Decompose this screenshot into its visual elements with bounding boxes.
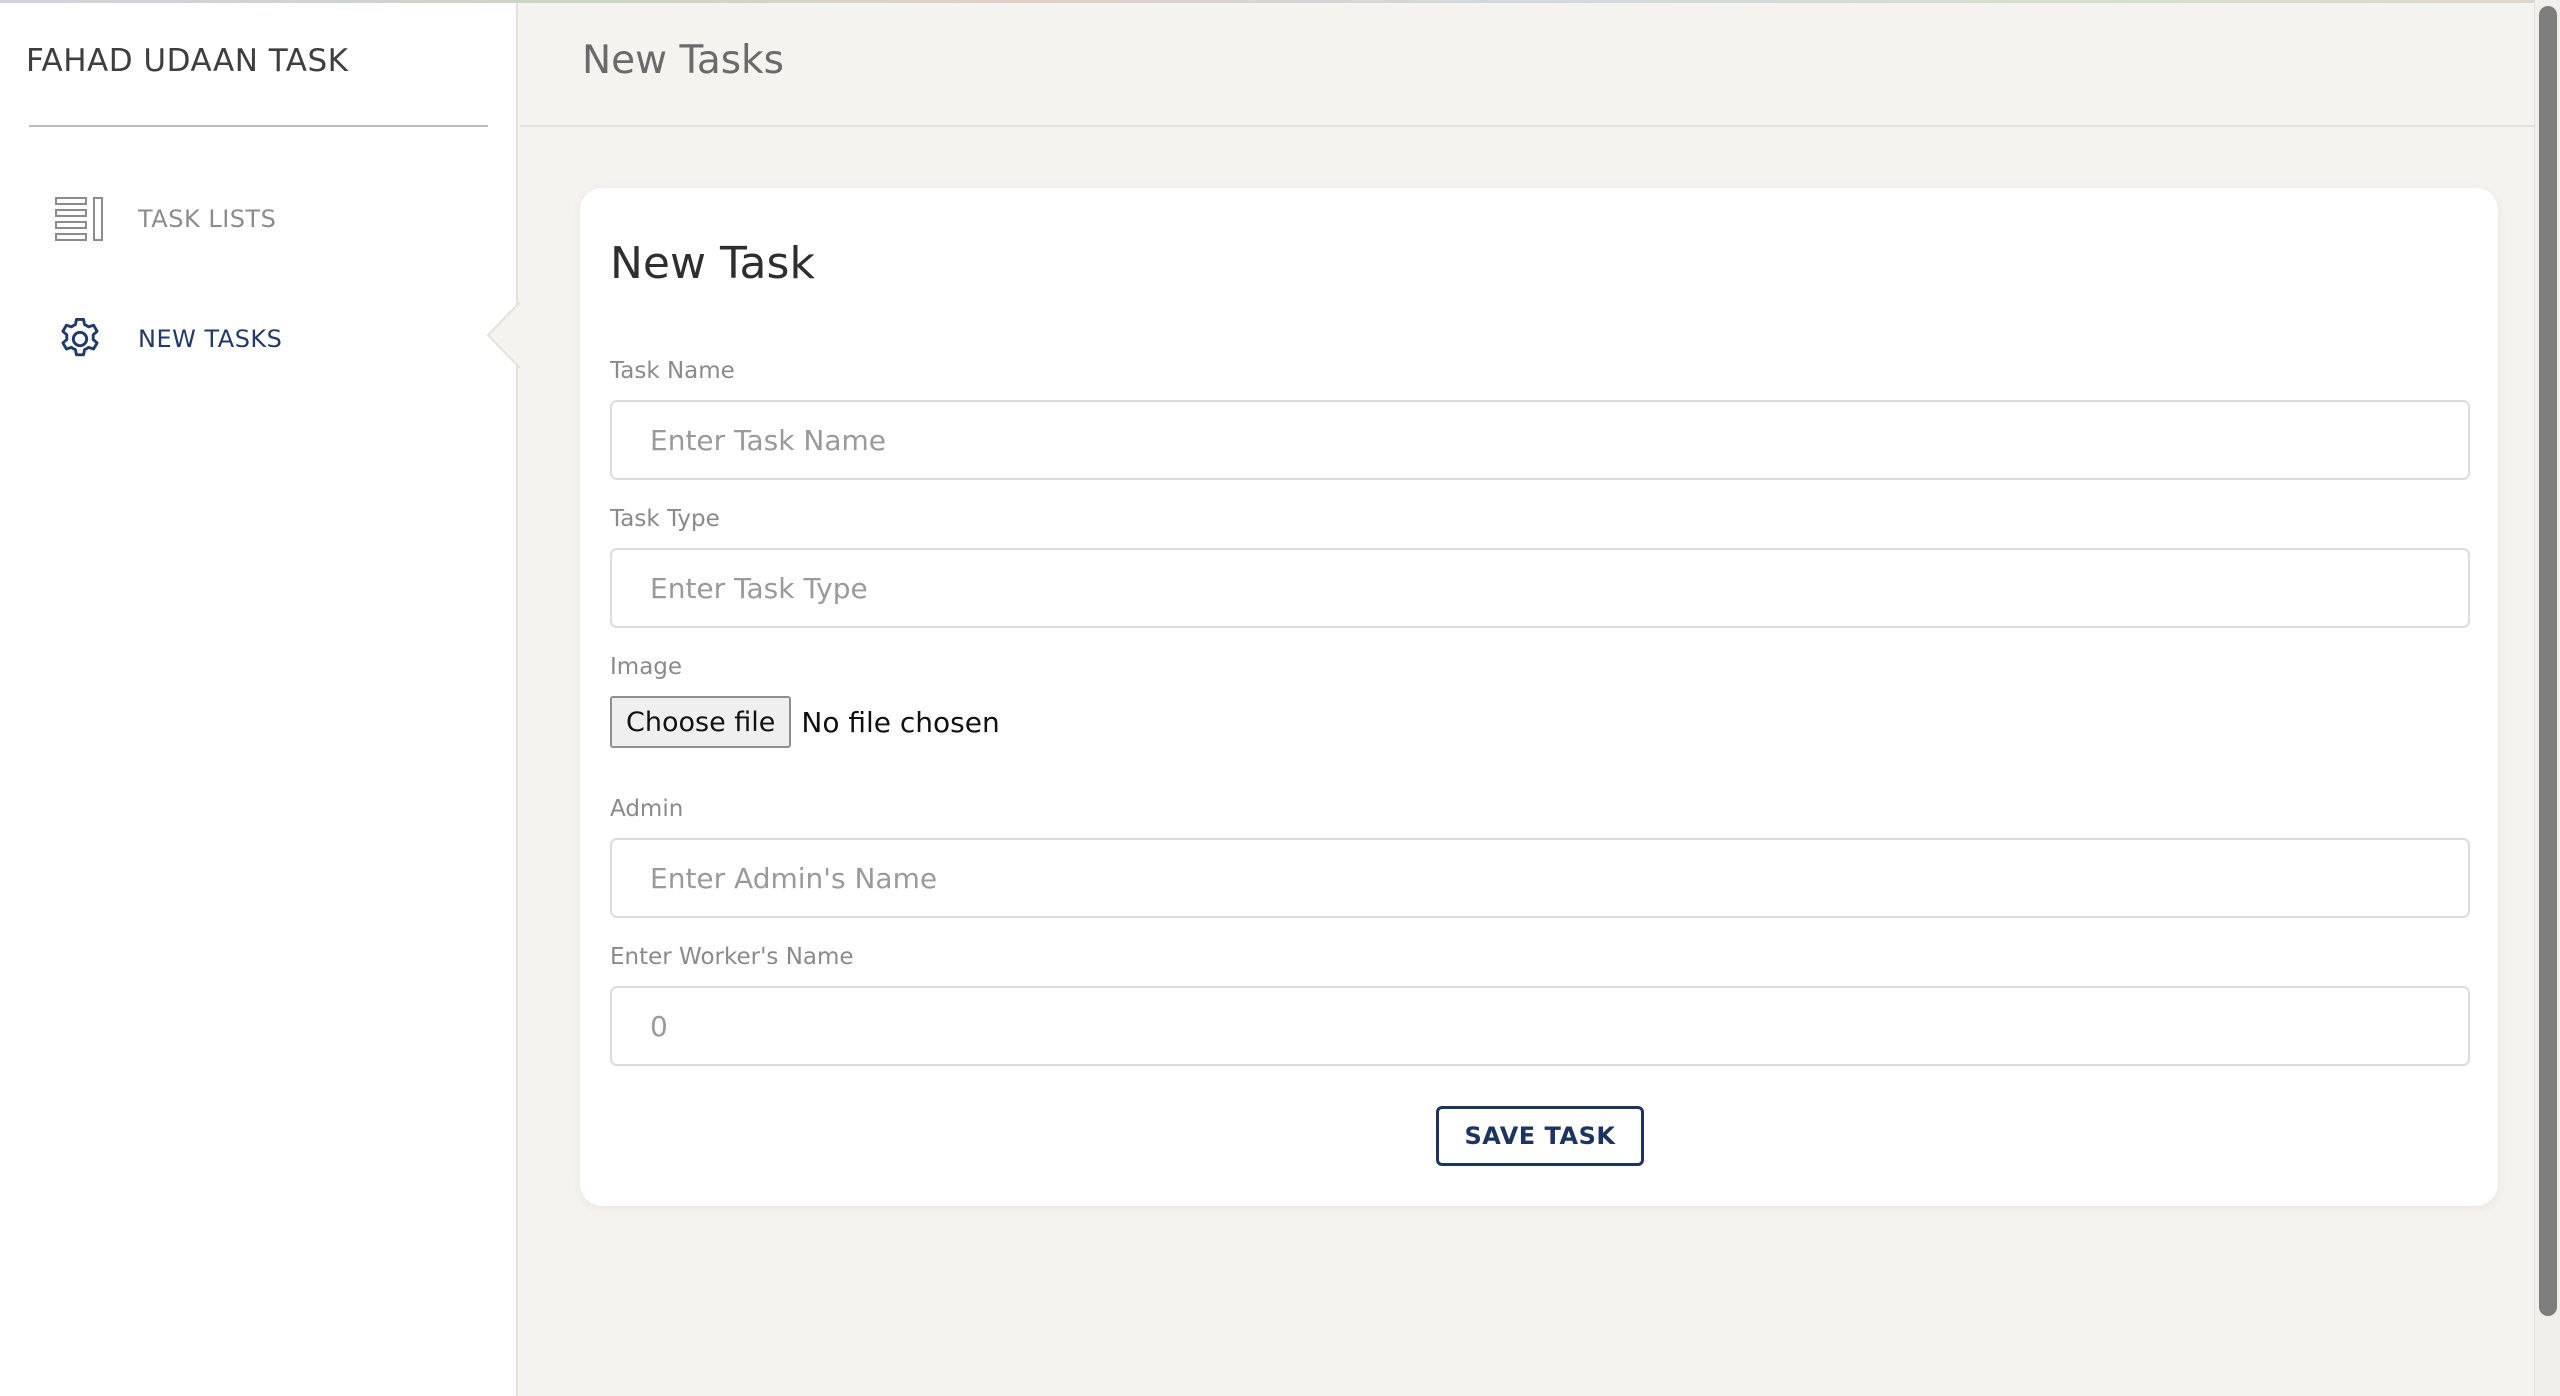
- form-title: New Task: [610, 238, 815, 289]
- sidebar-item-label: TASK LISTS: [138, 205, 277, 233]
- worker-name-label: Enter Worker's Name: [610, 944, 854, 970]
- brand-divider: [29, 125, 488, 127]
- file-status-text: No file chosen: [801, 705, 1000, 739]
- sidebar: FAHAD UDAAN TASK TASK LISTS NEW TASKS: [0, 3, 518, 1396]
- sidebar-item-task-lists[interactable]: TASK LISTS: [52, 189, 492, 249]
- gear-icon: [52, 311, 108, 367]
- scrollbar-thumb[interactable]: [2539, 6, 2557, 1316]
- sidebar-item-new-tasks[interactable]: NEW TASKS: [52, 309, 492, 369]
- worker-name-input[interactable]: [610, 986, 2470, 1066]
- vertical-scrollbar[interactable]: [2534, 0, 2560, 1396]
- active-nav-pointer: [486, 302, 520, 368]
- choose-file-button[interactable]: Choose file: [610, 696, 792, 748]
- save-task-button[interactable]: SAVE TASK: [1436, 1106, 1644, 1166]
- brand-title: FAHAD UDAAN TASK: [26, 43, 349, 79]
- task-type-input[interactable]: [610, 548, 2470, 628]
- task-name-input[interactable]: [610, 400, 2470, 480]
- image-file-picker: Choose file No file chosen: [610, 696, 1000, 748]
- sidebar-item-label: NEW TASKS: [138, 325, 283, 353]
- admin-label: Admin: [610, 796, 684, 822]
- admin-input[interactable]: [610, 838, 2470, 918]
- task-type-label: Task Type: [610, 506, 720, 532]
- task-name-label: Task Name: [610, 358, 735, 384]
- list-icon: [52, 191, 108, 247]
- page-header: New Tasks: [520, 0, 2534, 127]
- page-title: New Tasks: [582, 38, 784, 83]
- new-task-form-card: New Task Task Name Task Type Image Choos…: [580, 188, 2498, 1206]
- image-label: Image: [610, 654, 683, 680]
